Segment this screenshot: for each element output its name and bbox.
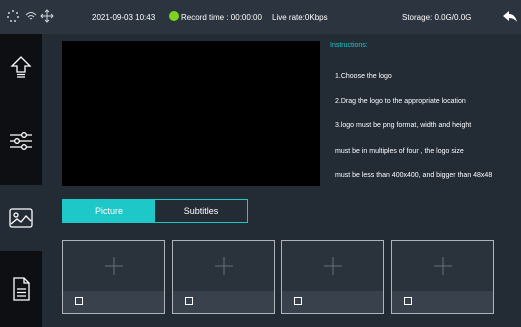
tab-subtitles[interactable]: Subtitles	[155, 200, 247, 222]
plus-icon	[323, 257, 342, 275]
status-bar: 2021-09-03 10:43 Record time : 00:00:00 …	[0, 0, 521, 34]
record-dot-icon	[169, 11, 179, 21]
loading-icon	[7, 10, 19, 22]
mode-tabs: Picture Subtitles	[62, 199, 248, 223]
slot-footer	[282, 291, 383, 313]
storage-text: Storage: 0.0G/0.0G	[402, 13, 472, 22]
slot-footer	[63, 291, 164, 313]
slot-checkbox[interactable]	[185, 297, 193, 305]
instruction-line: 2.Drag the logo to the appropriate locat…	[335, 98, 466, 105]
document-icon	[13, 277, 30, 301]
record-time-text: Record time : 00:00:00	[181, 13, 262, 22]
sidebar-item-settings[interactable]	[0, 108, 42, 174]
image-icon	[9, 208, 33, 228]
live-rate-text: Live rate:0Kbps	[272, 13, 328, 22]
logo-slot[interactable]	[281, 240, 384, 314]
logo-slot[interactable]	[172, 240, 275, 314]
slot-footer	[173, 291, 274, 313]
add-logo-button[interactable]	[173, 241, 274, 291]
datetime-text: 2021-09-03 10:43	[92, 13, 156, 22]
slot-checkbox[interactable]	[75, 297, 83, 305]
sidebar-item-logo[interactable]	[0, 185, 42, 251]
instruction-line: 1.Choose the logo	[335, 73, 392, 80]
logo-preview-area[interactable]	[62, 41, 320, 186]
back-icon[interactable]	[502, 9, 518, 25]
sidebar-item-document[interactable]	[0, 256, 42, 322]
upload-icon	[10, 56, 32, 78]
add-logo-button[interactable]	[282, 241, 383, 291]
slot-checkbox[interactable]	[294, 297, 302, 305]
plus-icon	[433, 257, 452, 275]
sliders-icon	[10, 132, 32, 150]
plus-icon	[104, 257, 123, 275]
wifi-icon	[25, 12, 37, 20]
plus-icon	[214, 257, 233, 275]
instruction-line: 3.logo must be png format, width and hei…	[335, 122, 472, 129]
sidebar-item-upload[interactable]	[0, 34, 42, 100]
slot-footer	[392, 291, 493, 313]
instruction-line: must be in multiples of four , the logo …	[335, 148, 464, 155]
add-logo-button[interactable]	[63, 241, 164, 291]
slot-checkbox[interactable]	[404, 297, 412, 305]
instruction-line: must be less than 400x400, and bigger th…	[335, 172, 493, 179]
tab-picture[interactable]: Picture	[63, 200, 155, 222]
logo-slot[interactable]	[391, 240, 494, 314]
logo-slot[interactable]	[62, 240, 165, 314]
sidebar	[0, 34, 42, 327]
add-logo-button[interactable]	[392, 241, 493, 291]
instructions-title: Instructions:	[330, 42, 368, 49]
network-icon	[40, 9, 54, 23]
